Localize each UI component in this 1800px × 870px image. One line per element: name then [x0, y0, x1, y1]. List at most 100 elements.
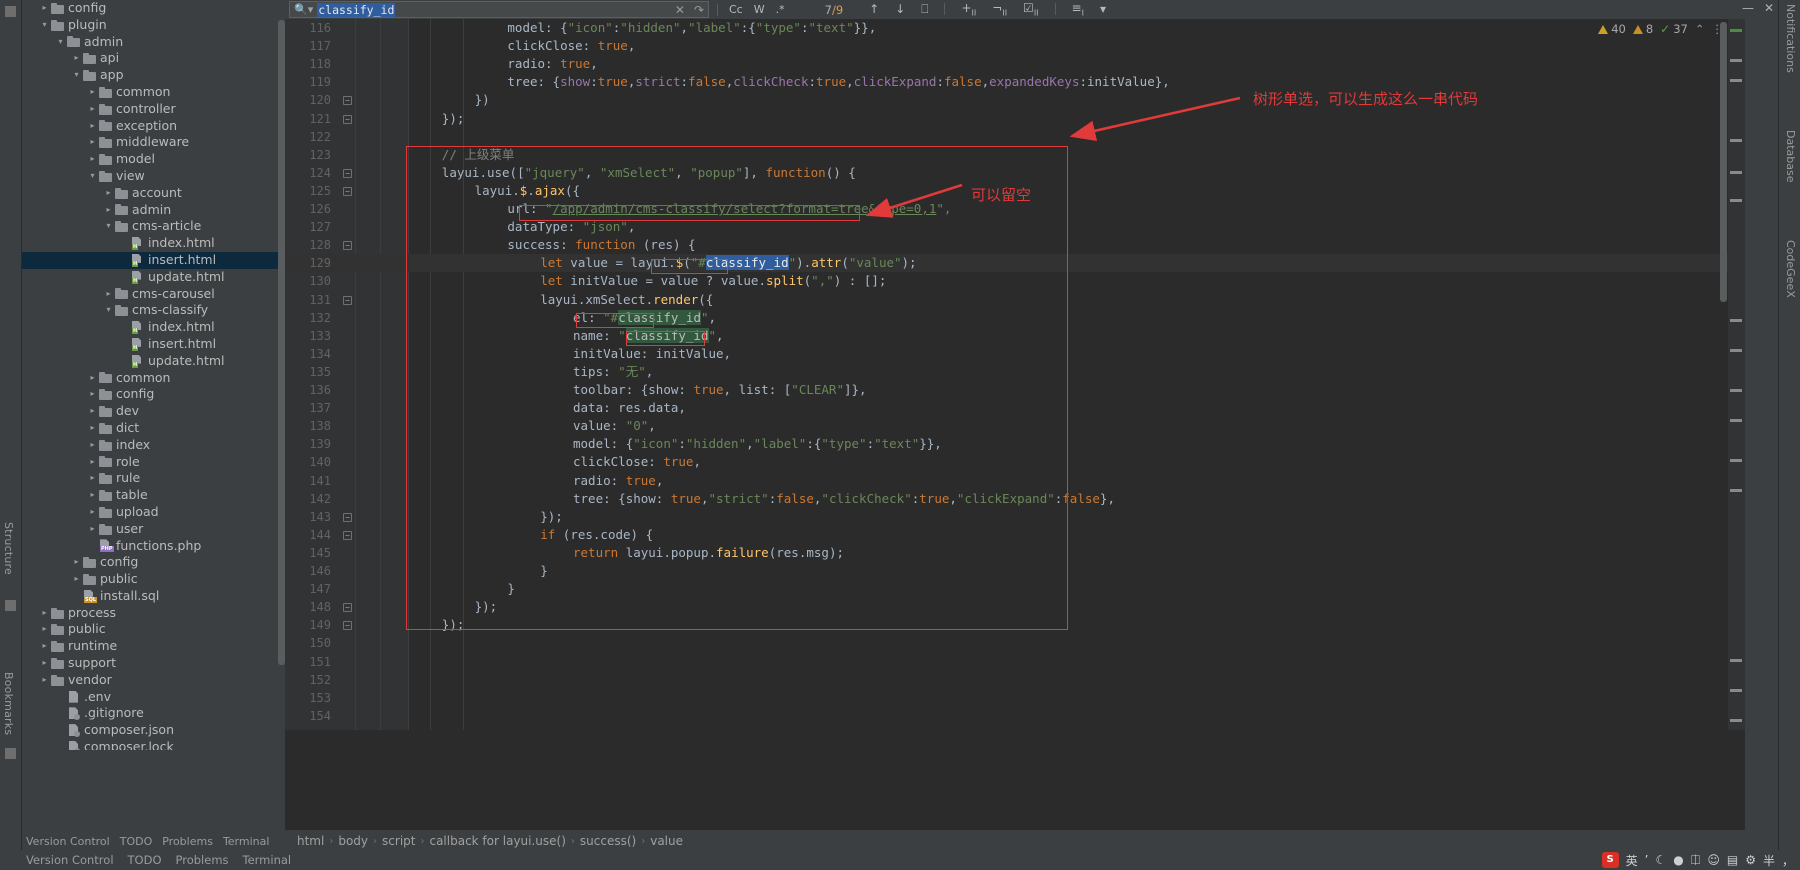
code-line-147[interactable]: 147}: [285, 580, 1745, 598]
select-occurrences-icon[interactable]: ☑II: [1023, 1, 1038, 17]
code-line-130[interactable]: 130 let initValue = value ? value.split("…: [285, 272, 1745, 290]
fold-toggle-icon[interactable]: −: [343, 241, 352, 251]
code-editor[interactable]: 116 model: {"icon":"hidden","label":{"typ…: [285, 19, 1745, 730]
dock-tab-version-control[interactable]: Version Control: [26, 835, 110, 848]
code-line-116[interactable]: 116 model: {"icon":"hidden","label":{"typ…: [285, 19, 1745, 37]
project-tool-icon[interactable]: [5, 6, 16, 17]
code-line-137[interactable]: 137 data: res.data,: [285, 399, 1745, 417]
sogou-ime-icon[interactable]: S: [1601, 852, 1619, 868]
chevron-right-icon[interactable]: ▸: [86, 420, 99, 437]
tree-item-admin[interactable]: ▸ admin: [22, 202, 285, 219]
code-line-141[interactable]: 141 radio: true,: [285, 472, 1745, 490]
tree-item-cms-carousel[interactable]: ▸ cms-carousel: [22, 286, 285, 303]
code-line-132[interactable]: 132 el: "#classify_id",: [285, 309, 1745, 327]
search-input[interactable]: classify_id: [317, 2, 396, 17]
code-line-134[interactable]: 134 initValue: initValue,: [285, 345, 1745, 363]
chevron-up-icon[interactable]: ⌃: [1695, 22, 1705, 36]
chevron-down-icon[interactable]: ▾: [38, 17, 51, 34]
warning-count[interactable]: 40: [1598, 22, 1626, 36]
punctuation-icon[interactable]: ’: [1645, 853, 1649, 867]
editor-scrollbar[interactable]: [1720, 22, 1727, 302]
project-tree-panel[interactable]: ▸ config ▾ plugin ▾ admin ▸ api ▾ app ▸ common ▸ cont…: [22, 0, 285, 750]
chevron-right-icon[interactable]: ▸: [86, 101, 99, 118]
chevron-down-icon[interactable]: ▾: [86, 168, 99, 185]
tree-item-api[interactable]: ▸ api: [22, 50, 285, 67]
code-line-138[interactable]: 138 value: "0",: [285, 417, 1745, 435]
code-line-152[interactable]: 152: [285, 671, 1745, 689]
chevron-right-icon[interactable]: ▸: [86, 84, 99, 101]
half-width-icon[interactable]: 半: [1763, 852, 1775, 869]
breadcrumb-item[interactable]: value: [648, 834, 685, 848]
fold-toggle-icon[interactable]: −: [343, 186, 352, 196]
code-line-129[interactable]: 129 let value = layui.$("#classify_id").a…: [285, 254, 1745, 273]
chevron-right-icon[interactable]: ▸: [102, 185, 115, 202]
tree-item-vendor[interactable]: ▸ vendor: [22, 672, 285, 689]
marker-item[interactable]: [1730, 459, 1742, 462]
weak-warning-count[interactable]: 8: [1632, 22, 1653, 36]
marker-item[interactable]: [1730, 139, 1742, 142]
chevron-right-icon[interactable]: ▸: [86, 386, 99, 403]
tree-item-model[interactable]: ▸ model: [22, 151, 285, 168]
close-window-icon[interactable]: ✕: [1764, 1, 1774, 15]
tree-item-composer-json[interactable]: composer.json: [22, 722, 285, 739]
chevron-right-icon[interactable]: ▸: [38, 655, 51, 672]
window-controls[interactable]: — ✕: [1742, 1, 1774, 15]
code-line-143[interactable]: 143 −});: [285, 508, 1745, 526]
chevron-right-icon[interactable]: ▸: [70, 554, 83, 571]
tool-tab-database[interactable]: Database: [1784, 130, 1797, 183]
search-input-wrapper[interactable]: 🔍▾ classify_id ✕ ↷: [289, 1, 709, 18]
marker-bar[interactable]: [1728, 19, 1745, 730]
fold-toggle-icon[interactable]: −: [343, 512, 352, 522]
chevron-right-icon[interactable]: ▸: [86, 470, 99, 487]
fold-toggle-icon[interactable]: −: [343, 530, 352, 540]
history-icon[interactable]: ↷: [694, 3, 704, 17]
tool-tab-codegeex[interactable]: CodeGeeX: [1784, 240, 1797, 298]
fold-toggle-icon[interactable]: −: [343, 295, 352, 305]
filter-lines-icon[interactable]: ≡I: [1072, 1, 1084, 17]
tree-item--gitignore[interactable]: .gitignore: [22, 705, 285, 722]
tree-item--env[interactable]: .env: [22, 689, 285, 706]
chevron-right-icon[interactable]: ▸: [86, 521, 99, 538]
tree-item-index-html[interactable]: Hindex.html: [22, 235, 285, 252]
status-item-todo[interactable]: TODO: [128, 853, 162, 867]
tree-item-account[interactable]: ▸ account: [22, 185, 285, 202]
code-line-153[interactable]: 153: [285, 689, 1745, 707]
chevron-right-icon[interactable]: ▸: [86, 487, 99, 504]
breadcrumb-item[interactable]: body: [336, 834, 370, 848]
tree-item-composer-lock[interactable]: composer.lock: [22, 739, 285, 750]
chevron-right-icon[interactable]: ▸: [86, 504, 99, 521]
code-line-119[interactable]: 119 tree: {show:true,strict:false,clickCh…: [285, 73, 1745, 91]
mic-icon[interactable]: ●: [1673, 853, 1683, 867]
code-line-148[interactable]: 148 −});: [285, 598, 1745, 616]
tree-item-insert-html[interactable]: Hinsert.html: [22, 336, 285, 353]
chevron-right-icon[interactable]: ▸: [38, 638, 51, 655]
chevron-right-icon[interactable]: ▸: [70, 50, 83, 67]
filter-icon[interactable]: ▾: [1100, 2, 1106, 16]
marker-item[interactable]: [1730, 689, 1742, 692]
tree-item-index[interactable]: ▸ index: [22, 437, 285, 454]
ime-mode-label[interactable]: 英: [1626, 852, 1638, 869]
tree-item-cms-article[interactable]: ▾ cms-article: [22, 218, 285, 235]
marker-item[interactable]: [1730, 171, 1742, 174]
tree-item-install-sql[interactable]: SQL install.sql: [22, 588, 285, 605]
dock-tab-todo[interactable]: TODO: [120, 835, 153, 848]
chevron-right-icon[interactable]: ▸: [86, 403, 99, 420]
dock-tab-terminal[interactable]: Terminal: [223, 835, 270, 848]
code-line-121[interactable]: 121 −});: [285, 110, 1745, 128]
toolbox-icon[interactable]: ▤: [1727, 853, 1738, 867]
tree-item-process[interactable]: ▸ process: [22, 605, 285, 622]
code-line-122[interactable]: 122: [285, 128, 1745, 146]
marker-item[interactable]: [1730, 419, 1742, 422]
tree-item-dict[interactable]: ▸ dict: [22, 420, 285, 437]
chevron-right-icon[interactable]: ▸: [38, 621, 51, 638]
remove-selection-icon[interactable]: ¬II: [992, 1, 1007, 17]
marker-item[interactable]: [1730, 319, 1742, 322]
tree-item-user[interactable]: ▸ user: [22, 521, 285, 538]
typo-count[interactable]: ✓ 37: [1660, 22, 1688, 36]
tool-tab-structure[interactable]: Structure: [2, 522, 15, 575]
chevron-right-icon[interactable]: ▸: [86, 437, 99, 454]
code-line-131[interactable]: 131 − layui.xmSelect.render({: [285, 291, 1745, 309]
breadcrumb-item[interactable]: success(): [578, 834, 638, 848]
breadcrumb[interactable]: html › body › script › callback for layui.use(…: [285, 830, 1745, 852]
status-item-version-control[interactable]: Version Control: [26, 853, 114, 867]
